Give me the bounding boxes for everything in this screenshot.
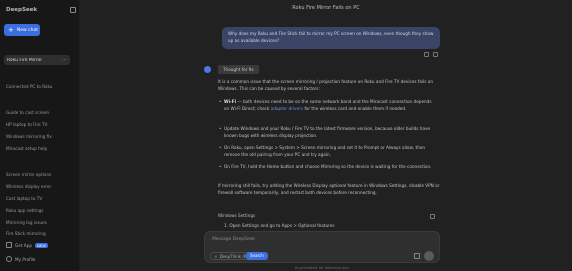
edit-icon[interactable] [433, 52, 438, 57]
get-app-label: Get App [15, 242, 32, 248]
sidebar-history-item[interactable]: Mirroring lag issues [6, 220, 70, 225]
assistant-intro: It is a common issue that the screen mir… [218, 79, 434, 91]
bullet-bold: Wi-Fi [224, 99, 237, 104]
page-title: Roku Fire Mirror Fails on PC [292, 5, 360, 11]
sidebar-history-item[interactable]: Windows mirroring fix [6, 134, 70, 139]
sidebar: DeepSeek + New chat Roku Fire Mirror ⋯ C… [0, 0, 80, 271]
phone-icon [6, 242, 12, 248]
more-options-icon[interactable]: ⋯ [62, 57, 67, 63]
sidebar-history-item[interactable]: Screen mirror options [6, 172, 70, 177]
assistant-closing: If mirroring still fails, try adding the… [218, 183, 440, 195]
sidebar-history-item[interactable]: Fire Stick mirroring [6, 231, 70, 236]
code-block-label: Windows Settings [218, 213, 256, 218]
sidebar-history-item[interactable]: Connected PC to Roku [6, 84, 70, 89]
profile-button[interactable]: My Profile [6, 256, 76, 262]
avatar [6, 256, 12, 262]
inline-link[interactable]: adapter drivers [271, 106, 303, 111]
sidebar-header: DeepSeek [6, 5, 76, 15]
atom-icon: ⚛ [214, 253, 218, 259]
chat-title: Roku Fire Mirror [7, 57, 43, 63]
send-button[interactable] [424, 251, 434, 261]
sidebar-history-item[interactable]: Guide to cast screen [6, 110, 70, 115]
user-message-bubble: Why does my Roku and Fire Stick fail to … [222, 27, 440, 49]
sidebar-history-item[interactable]: HP laptop to Fire TV [6, 122, 70, 127]
new-chat-button[interactable]: + New chat [4, 24, 40, 36]
get-app-button[interactable]: Get App NEW [6, 242, 76, 248]
assistant-avatar-icon [204, 66, 211, 73]
profile-label: My Profile [15, 256, 36, 262]
new-chat-label: New chat [16, 27, 38, 33]
message-composer[interactable]: Message DeepSeek ⚛ DeepThink (R1) Search [204, 231, 440, 263]
sidebar-history-item[interactable]: Roku app settings [6, 208, 70, 213]
copy-code-icon[interactable] [430, 214, 435, 219]
copy-icon[interactable] [424, 52, 429, 57]
message-actions [424, 52, 438, 57]
collapse-sidebar-icon[interactable] [70, 7, 76, 13]
assistant-trailing: 1. Open Settings and go to Apps > Option… [224, 223, 335, 228]
bullet-tail: for the wireless card and enable them if… [303, 105, 407, 111]
list-item: On Fire TV, hold the Home button and cho… [219, 164, 436, 171]
brand-logo[interactable]: DeepSeek [6, 7, 37, 13]
plus-icon: + [8, 25, 14, 34]
sidebar-history-item[interactable]: Cast laptop to TV [6, 196, 70, 201]
sidebar-history-item[interactable]: Miracast setup help [6, 146, 70, 151]
list-item: Update Windows and your Roku / Fire TV t… [219, 126, 436, 139]
attach-file-icon[interactable] [414, 253, 420, 259]
sidebar-item-active-chat[interactable]: Roku Fire Mirror ⋯ [4, 55, 70, 65]
message-input[interactable]: Message DeepSeek [212, 237, 255, 242]
search-toggle[interactable]: Search [246, 252, 268, 260]
thinking-toggle[interactable]: Thought for 9s [218, 65, 259, 74]
disclaimer: AI-generated, for reference only [294, 266, 350, 270]
list-item: On Roku, open Settings > System > Screen… [219, 145, 436, 158]
sidebar-history-item[interactable]: Wireless display error [6, 184, 70, 189]
new-badge: NEW [34, 242, 48, 248]
list-item: Wi-Fi — both devices need to be on the s… [219, 99, 436, 112]
